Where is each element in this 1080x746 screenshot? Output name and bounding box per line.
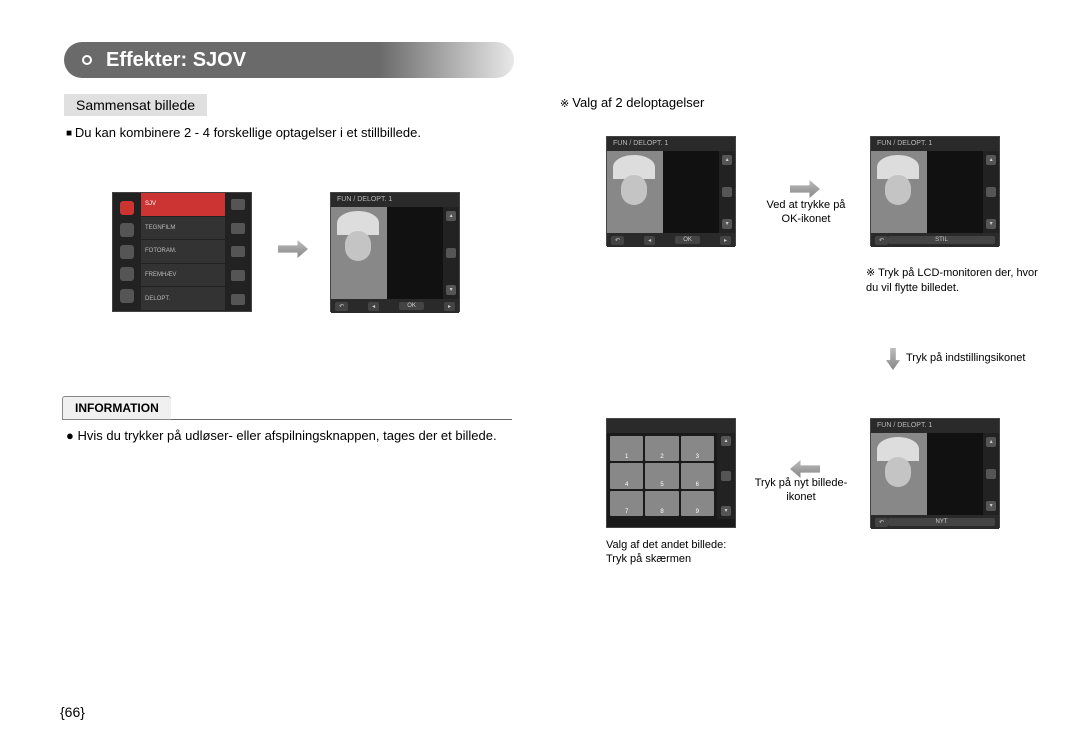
menu-icon-3 [120, 245, 134, 259]
photo-right-half [387, 207, 443, 299]
thumb-9: 9 [681, 491, 714, 516]
back-icon: ↶ [875, 518, 888, 527]
ok-button-2: OK [675, 236, 700, 244]
lcd-step2: FUN / DELOPT. 1 ▴▾ ↶ STIL [870, 136, 1000, 246]
menu-row-0: SJV [141, 193, 225, 217]
photo-left-half [331, 207, 387, 299]
arrow-down-icon [886, 348, 900, 370]
nyt-button: NYT [888, 518, 995, 526]
right-icon: ▸ [444, 302, 455, 311]
lcd-step3: FUN / DELOPT. 1 ▴▾ ↶ NYT [870, 418, 1000, 528]
lcd-topbar-title: FUN / DELOPT. 1 [337, 196, 392, 204]
menu-icon-1 [120, 201, 134, 215]
ok-button: OK [399, 302, 424, 310]
opt-1 [231, 199, 245, 210]
arrow-right-icon [278, 240, 308, 258]
grid-caption: Valg af det andet billede: Tryk på skærm… [606, 538, 766, 567]
lcd-bottombar: ↶ ◂ OK ▸ [331, 299, 459, 313]
chevron-down-icon: ▾ [446, 285, 456, 295]
menu-icon-4 [120, 267, 134, 281]
information-label: INFORMATION [62, 396, 171, 420]
dot-icon [446, 248, 456, 258]
menu-row-3: FREMHÆV [141, 264, 225, 288]
menu-row-1: TEGNFILM [141, 217, 225, 241]
thumb-6: 6 [681, 463, 714, 488]
arrow-right-icon-2 [790, 180, 820, 198]
back-icon: ↶ [875, 236, 888, 245]
opt-2 [231, 223, 245, 234]
opt-5 [231, 294, 245, 305]
lcd-thumbnail-grid: 1 2 3 4 5 6 7 8 9 ▴ ▾ [606, 418, 736, 528]
thumb-8: 8 [645, 491, 678, 516]
thumb-1: 1 [610, 436, 643, 461]
lcd-topbar-title-4: FUN / DELOPT. 1 [877, 422, 932, 430]
section-heading-left: Sammensat billede [64, 94, 207, 116]
caption-ok-icon: Ved at trykke på OK-ikonet [756, 198, 856, 227]
left-icon: ◂ [368, 302, 379, 311]
lcd-menu-left-icons [113, 193, 141, 311]
information-text: ● Hvis du trykker på udløser- eller afsp… [62, 420, 512, 451]
thumb-3: 3 [681, 436, 714, 461]
lcd-topbar-title-3: FUN / DELOPT. 1 [877, 140, 932, 148]
page-title-bar: Effekter: SJOV [64, 42, 514, 78]
menu-row-2: FOTORAM. [141, 240, 225, 264]
chevron-up-icon: ▴ [721, 436, 731, 446]
lcd-side-controls: ▴ ▾ [443, 207, 459, 299]
back-icon: ↶ [335, 302, 348, 311]
caption-settings-icon: Tryk på indstillingsikonet [906, 351, 1046, 365]
section-heading-right: Valg af 2 deloptagelser [560, 94, 704, 112]
chevron-up-icon: ▴ [446, 211, 456, 221]
menu-icon-5 [120, 289, 134, 303]
lcd-step1: FUN / DELOPT. 1 ▴▾ ↶ ◂ OK ▸ [606, 136, 736, 246]
title-dot-icon [82, 55, 92, 65]
page-number: {66} [60, 704, 85, 720]
opt-3 [231, 246, 245, 257]
stil-button: STIL [888, 236, 995, 244]
chevron-down-icon: ▾ [721, 506, 731, 516]
section-left-desc: Du kan kombinere 2 - 4 forskellige optag… [66, 124, 506, 142]
page-title: Effekter: SJOV [106, 49, 246, 72]
opt-4 [231, 270, 245, 281]
menu-icon-2 [120, 223, 134, 237]
thumbnail-grid: 1 2 3 4 5 6 7 8 9 [607, 433, 717, 519]
thumb-4: 4 [610, 463, 643, 488]
thumb-5: 5 [645, 463, 678, 488]
thumb-7: 7 [610, 491, 643, 516]
lcd-topbar-title-2: FUN / DELOPT. 1 [613, 140, 668, 148]
lcd-topbar: FUN / DELOPT. 1 [331, 193, 459, 207]
lcd-menu-list: SJV TEGNFILM FOTORAM. FREMHÆV DELOPT. [141, 193, 225, 311]
information-box: INFORMATION ● Hvis du trykker på udløser… [62, 396, 512, 451]
lcd-menu-right-opts [225, 193, 251, 311]
caption-new-image-icon: Tryk på nyt billede-ikonet [746, 476, 856, 505]
back-icon: ↶ [611, 236, 624, 245]
hint-move-image: Tryk på LCD-monitoren der, hvor du vil f… [866, 266, 1038, 297]
thumb-2: 2 [645, 436, 678, 461]
menu-row-4: DELOPT. [141, 287, 225, 311]
lcd-menu-screen: SJV TEGNFILM FOTORAM. FREMHÆV DELOPT. [112, 192, 252, 312]
lcd-preview-1: FUN / DELOPT. 1 ▴ ▾ ↶ ◂ OK ▸ [330, 192, 460, 312]
